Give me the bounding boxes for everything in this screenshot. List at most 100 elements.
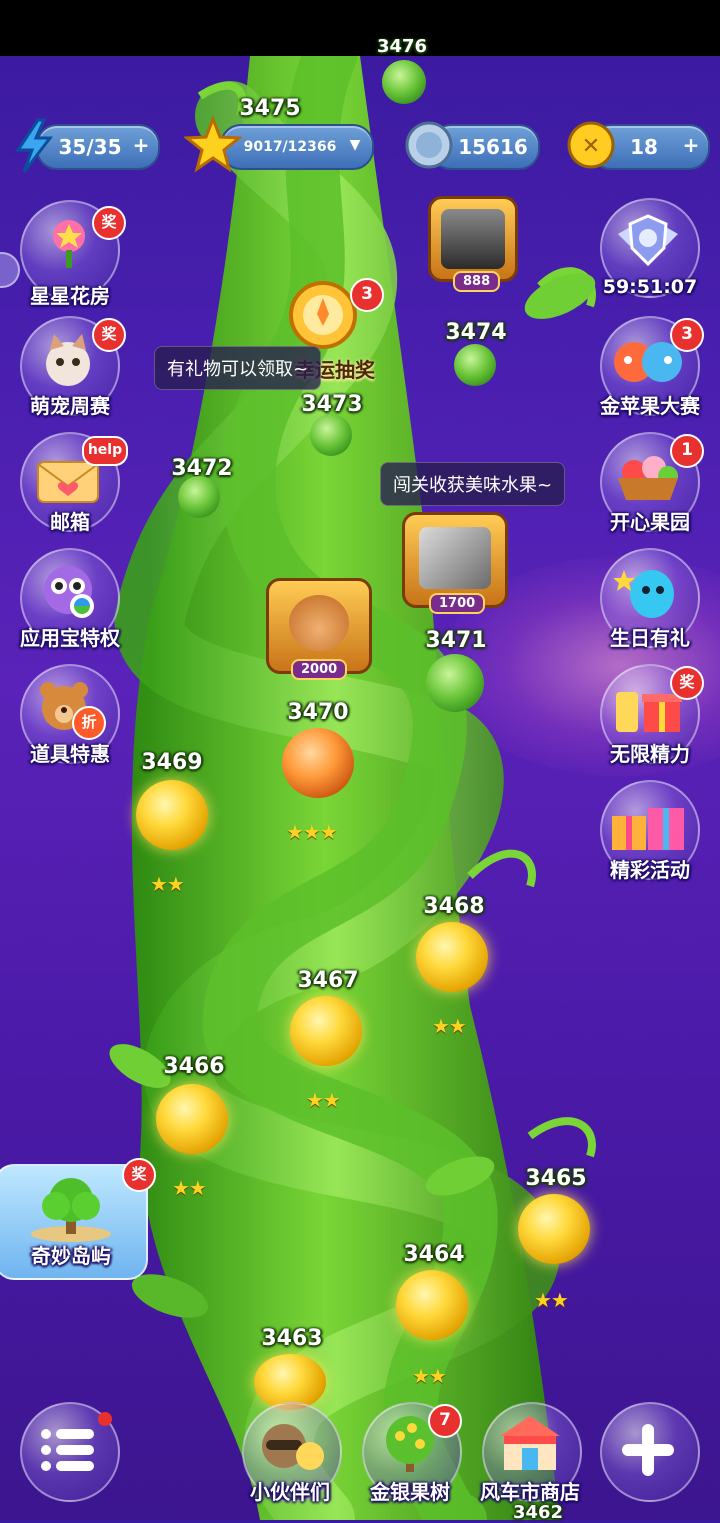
top-level-3475: 3475: [239, 96, 301, 121]
birthday-gift-button[interactable]: 生日有礼: [600, 548, 700, 650]
pet-weekly-contest-button[interactable]: 奖 萌宠周赛: [20, 316, 126, 418]
level-node-3464[interactable]: [396, 1270, 468, 1340]
level-stars-3465: ★★: [534, 1288, 569, 1312]
level-node-3470[interactable]: [282, 728, 354, 798]
owl-icon: [36, 560, 100, 622]
cat-icon: [38, 330, 98, 390]
top-level-3476: 3476: [376, 36, 428, 57]
lightning-icon: [10, 118, 58, 174]
shield-wings-icon: [614, 212, 682, 272]
count-badge: 3: [350, 278, 384, 312]
level-label-3470: 3470: [287, 700, 349, 725]
item-discount-label: 道具特惠: [30, 742, 110, 766]
room-photo: [419, 527, 491, 589]
unlimited-energy-button[interactable]: 奖 无限精力: [600, 664, 704, 766]
bear-face: [289, 595, 349, 651]
gift-boxes-icon: [608, 798, 688, 854]
golden-apple-contest-button[interactable]: 3 金苹果大赛: [600, 316, 704, 418]
level-label-3468: 3468: [423, 894, 485, 919]
list-menu-icon: [40, 1426, 96, 1474]
ranking-badge-button[interactable]: 59:51:07: [600, 198, 700, 298]
birthday-gift-label: 生日有礼: [610, 626, 690, 650]
notification-dot: [98, 1412, 112, 1426]
level-node-3466[interactable]: [156, 1084, 228, 1154]
photo-score-tag: 1700: [429, 593, 486, 614]
level-node-3468[interactable]: [416, 922, 488, 992]
level-stars-3468: ★★: [432, 1014, 467, 1038]
item-discount-button[interactable]: 折 道具特惠: [20, 664, 120, 766]
event-timer: 59:51:07: [602, 276, 698, 298]
level-node-3469[interactable]: [136, 780, 208, 850]
count-badge: 3: [670, 318, 704, 352]
level-label-3463: 3463: [261, 1326, 323, 1351]
svg-text:✕: ✕: [582, 134, 600, 159]
level-node-3467[interactable]: [290, 996, 362, 1066]
level-node-3471[interactable]: [426, 654, 484, 712]
pet-weekly-contest-label: 萌宠周赛: [30, 394, 110, 418]
star-progress[interactable]: 9017/12366 ▼: [220, 124, 374, 170]
unlimited-energy-label: 无限精力: [610, 742, 690, 766]
discount-badge: 折: [72, 706, 106, 740]
star-progress-value: 9017/12366: [243, 139, 337, 155]
level-label-3467: 3467: [297, 968, 359, 993]
wonder-island-button[interactable]: 奖 奇妙岛屿: [0, 1158, 156, 1280]
level-node-3474[interactable]: [454, 344, 496, 386]
happy-orchard-button[interactable]: 1 开心果园: [600, 432, 704, 534]
add-energy-button[interactable]: +: [130, 135, 152, 157]
friend-avatar-frame[interactable]: 888: [428, 196, 518, 292]
reward-badge: 奖: [92, 206, 126, 240]
golden-apple-contest-label: 金苹果大赛: [600, 394, 700, 418]
bear-score-tag: 2000: [291, 659, 348, 680]
coin-value: 15616: [458, 135, 528, 159]
reward-badge: 奖: [92, 318, 126, 352]
reward-badge: 奖: [122, 1158, 156, 1192]
app-store-privilege-label: 应用宝特权: [20, 626, 120, 650]
add-gold-button[interactable]: +: [680, 135, 702, 157]
bear-avatar-frame[interactable]: 2000: [266, 578, 372, 680]
star-dropdown-icon[interactable]: ▼: [344, 135, 366, 157]
photo-avatar-frame[interactable]: 1700: [402, 512, 508, 614]
level-stars-3464: ★★: [412, 1364, 447, 1388]
level-stars-3469: ★★: [150, 872, 185, 896]
level-label-3471: 3471: [425, 628, 487, 653]
reward-badge: 奖: [670, 666, 704, 700]
flower-icon: [44, 216, 94, 272]
gold-value: 18: [630, 135, 658, 159]
level-node-3465[interactable]: [518, 1194, 590, 1264]
help-badge: help: [82, 436, 128, 466]
level-node-3473[interactable]: [310, 414, 352, 456]
gold-silver-tree-button[interactable]: 7 金银果树: [362, 1402, 462, 1504]
wheel-icon: [288, 280, 358, 350]
energy-value: 35/35: [58, 135, 122, 159]
level-label-3464: 3464: [403, 1242, 465, 1267]
star-icon: [184, 116, 242, 174]
raccoon-icon: [254, 1412, 328, 1476]
level-node-3476[interactable]: [382, 60, 426, 104]
happy-orchard-label: 开心果园: [610, 510, 690, 534]
mailbox-button[interactable]: help 邮箱: [20, 432, 128, 534]
level-stars-3466: ★★: [172, 1176, 207, 1200]
friend-photo: [441, 209, 505, 269]
add-button[interactable]: [600, 1402, 700, 1502]
exciting-events-button[interactable]: 精彩活动: [600, 780, 700, 882]
star-flower-house-label: 星星花房: [30, 284, 110, 308]
plus-icon: [618, 1420, 678, 1480]
gold-coin-icon: ✕: [566, 120, 616, 170]
mailbox-label: 邮箱: [50, 510, 90, 534]
windmill-shop-button[interactable]: 风车市商店: [480, 1402, 582, 1504]
count-badge: 7: [428, 1404, 462, 1438]
star-flower-house-button[interactable]: 奖 星星花房: [20, 200, 126, 308]
app-store-privilege-button[interactable]: 应用宝特权: [20, 548, 120, 650]
level-label-3469: 3469: [141, 750, 203, 775]
menu-button[interactable]: [20, 1402, 120, 1502]
exciting-events-label: 精彩活动: [610, 858, 690, 882]
level-label-3465: 3465: [525, 1166, 587, 1191]
gift-tooltip: 有礼物可以领取~: [154, 346, 322, 390]
level-label-3466: 3466: [163, 1054, 225, 1079]
level-stars-3467: ★★: [306, 1088, 341, 1112]
shop-icon: [496, 1412, 564, 1476]
tree-island-icon: [26, 1174, 116, 1244]
level-node-3472[interactable]: [178, 476, 220, 518]
friends-button[interactable]: 小伙伴们: [242, 1402, 342, 1504]
friend-score-tag: 888: [453, 271, 501, 292]
